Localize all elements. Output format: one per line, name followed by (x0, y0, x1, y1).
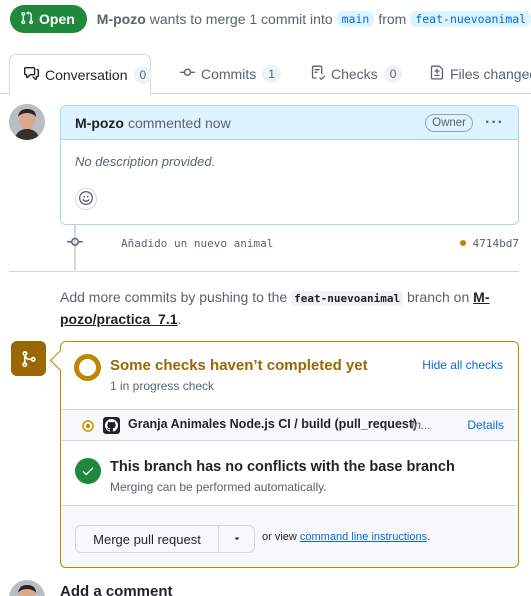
merge-box: Some checks haven’t completed yet 1 in p… (60, 341, 519, 568)
add-comment-heading: Add a comment (60, 583, 173, 596)
in-progress-icon (82, 420, 94, 432)
checklist-icon (311, 65, 326, 83)
smiley-icon (79, 190, 93, 208)
conflict-status: This branch has no conflicts with the ba… (61, 441, 518, 506)
add-reaction-button[interactable] (75, 188, 97, 210)
conflict-subtitle: Merging can be performed automatically. (110, 480, 327, 494)
tab-conversation-counter: 0 (133, 65, 153, 84)
merge-pull-request-button[interactable]: Merge pull request (76, 526, 219, 552)
owner-badge: Owner (425, 113, 474, 132)
pending-status-dot[interactable] (459, 240, 466, 246)
avatar[interactable] (9, 104, 45, 140)
tab-conversation[interactable]: Conversation 0 (9, 54, 153, 95)
checks-title: Some checks haven’t completed yet (110, 357, 368, 374)
git-pull-request-icon (20, 10, 34, 28)
merge-method-dropdown[interactable] (219, 526, 254, 552)
pr-header-text: wants to merge 1 commit into (149, 11, 333, 27)
push-hint: Add more commits by pushing to the feat-… (60, 287, 500, 330)
check-row: Granja Animales Node.js CI / build (pull… (61, 409, 518, 441)
triangle-down-icon (232, 532, 242, 547)
tab-checks-counter: 0 (383, 65, 403, 83)
hide-all-checks-button[interactable]: Hide all checks (422, 358, 503, 372)
git-merge-icon (11, 341, 46, 376)
tab-files-changed-label: Files changed (450, 66, 531, 82)
cli-hint: or view command line instructions. (262, 531, 430, 543)
tab-checks-label: Checks (331, 66, 378, 82)
push-hint-period: . (177, 311, 182, 327)
tab-commits[interactable]: Commits 1 (180, 54, 281, 94)
comment-card: M-pozo commented now Owner ··· No descri… (60, 105, 519, 225)
check-status: In... (411, 418, 432, 432)
tab-files-changed[interactable]: Files changed (430, 54, 531, 94)
comment-discussion-icon (24, 66, 39, 84)
comment-body: No description provided. (75, 154, 216, 169)
cli-hint-text: or view (262, 531, 297, 543)
check-circle-icon (75, 458, 101, 484)
file-diff-icon (430, 65, 444, 83)
pr-tabs: Conversation 0 Commits 1 Checks 0 Files … (0, 54, 531, 95)
comment-timestamp[interactable]: commented now (128, 115, 231, 131)
details-link[interactable]: Details (467, 418, 504, 432)
base-branch-label[interactable]: main (336, 11, 375, 27)
kebab-horizontal-icon[interactable]: ··· (485, 114, 504, 130)
pr-header-from: from (378, 11, 407, 27)
pr-state-badge: Open (10, 5, 87, 33)
merge-pull-request-button-group: Merge pull request (75, 525, 255, 553)
check-name: Granja Animales Node.js CI / build (pull… (128, 417, 418, 431)
commit-row: Añadido un nuevo animal 4714bd7 (67, 233, 519, 253)
pending-checks-icon (74, 354, 101, 381)
command-line-instructions-link[interactable]: command line instructions (300, 531, 427, 543)
comment-author-link[interactable]: M-pozo (75, 115, 124, 131)
pr-state-label: Open (39, 11, 75, 27)
pr-header: Open M-pozo wants to merge 1 commit into… (10, 5, 531, 33)
head-branch-label[interactable]: feat-nuevoanimal (410, 11, 531, 27)
push-hint-text-2: branch on (406, 289, 470, 305)
timeline-divider (9, 271, 519, 272)
push-hint-text: Add more commits by pushing to the (60, 289, 288, 305)
checks-summary: Some checks haven’t completed yet 1 in p… (61, 342, 518, 409)
tab-commits-counter: 1 (262, 65, 281, 83)
comment-header: M-pozo commented now Owner ··· (61, 106, 518, 140)
cli-hint-period: . (427, 531, 431, 543)
conflict-title: This branch has no conflicts with the ba… (110, 459, 455, 475)
current-user-avatar (9, 580, 45, 596)
pr-author-link[interactable]: M-pozo (97, 11, 146, 27)
commit-message-link[interactable]: Añadido un nuevo animal (121, 237, 273, 250)
tab-checks[interactable]: Checks 0 (311, 54, 403, 94)
tab-conversation-label: Conversation (45, 66, 128, 83)
checks-subtitle: 1 in progress check (110, 379, 215, 393)
tab-commits-label: Commits (201, 66, 257, 82)
hint-branch-label[interactable]: feat-nuevoanimal (291, 291, 404, 306)
commit-sha-link[interactable]: 4714bd7 (473, 237, 519, 250)
git-commit-icon (67, 234, 83, 253)
github-actions-icon (103, 417, 120, 434)
git-commit-icon (180, 65, 195, 83)
merge-actions: Merge pull request or view command line … (61, 506, 518, 567)
